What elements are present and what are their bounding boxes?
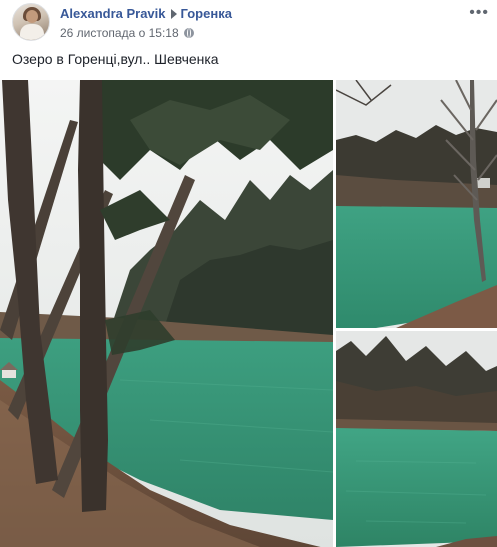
post-header: Alexandra Pravik Горенка 26 листопада о 1… [0, 0, 497, 46]
location-link[interactable]: Горенка [181, 6, 232, 21]
post-photo-bottom-right[interactable] [336, 331, 497, 547]
ellipsis-icon[interactable]: ••• [469, 4, 489, 22]
author-name[interactable]: Alexandra Pravik [60, 6, 166, 21]
post-photo-main[interactable] [0, 80, 333, 547]
globe-icon[interactable] [183, 28, 194, 38]
author-avatar[interactable] [12, 3, 50, 41]
triangle-right-icon [170, 9, 177, 19]
post-meta: 26 листопада о 15:18 [60, 26, 194, 40]
post-photo-top-right[interactable] [336, 80, 497, 328]
author-line: Alexandra Pravik Горенка [60, 6, 232, 21]
post-caption: Озеро в Горенці,вул.. Шевченка [12, 51, 219, 67]
post-timestamp[interactable]: 26 листопада о 15:18 [60, 26, 179, 40]
